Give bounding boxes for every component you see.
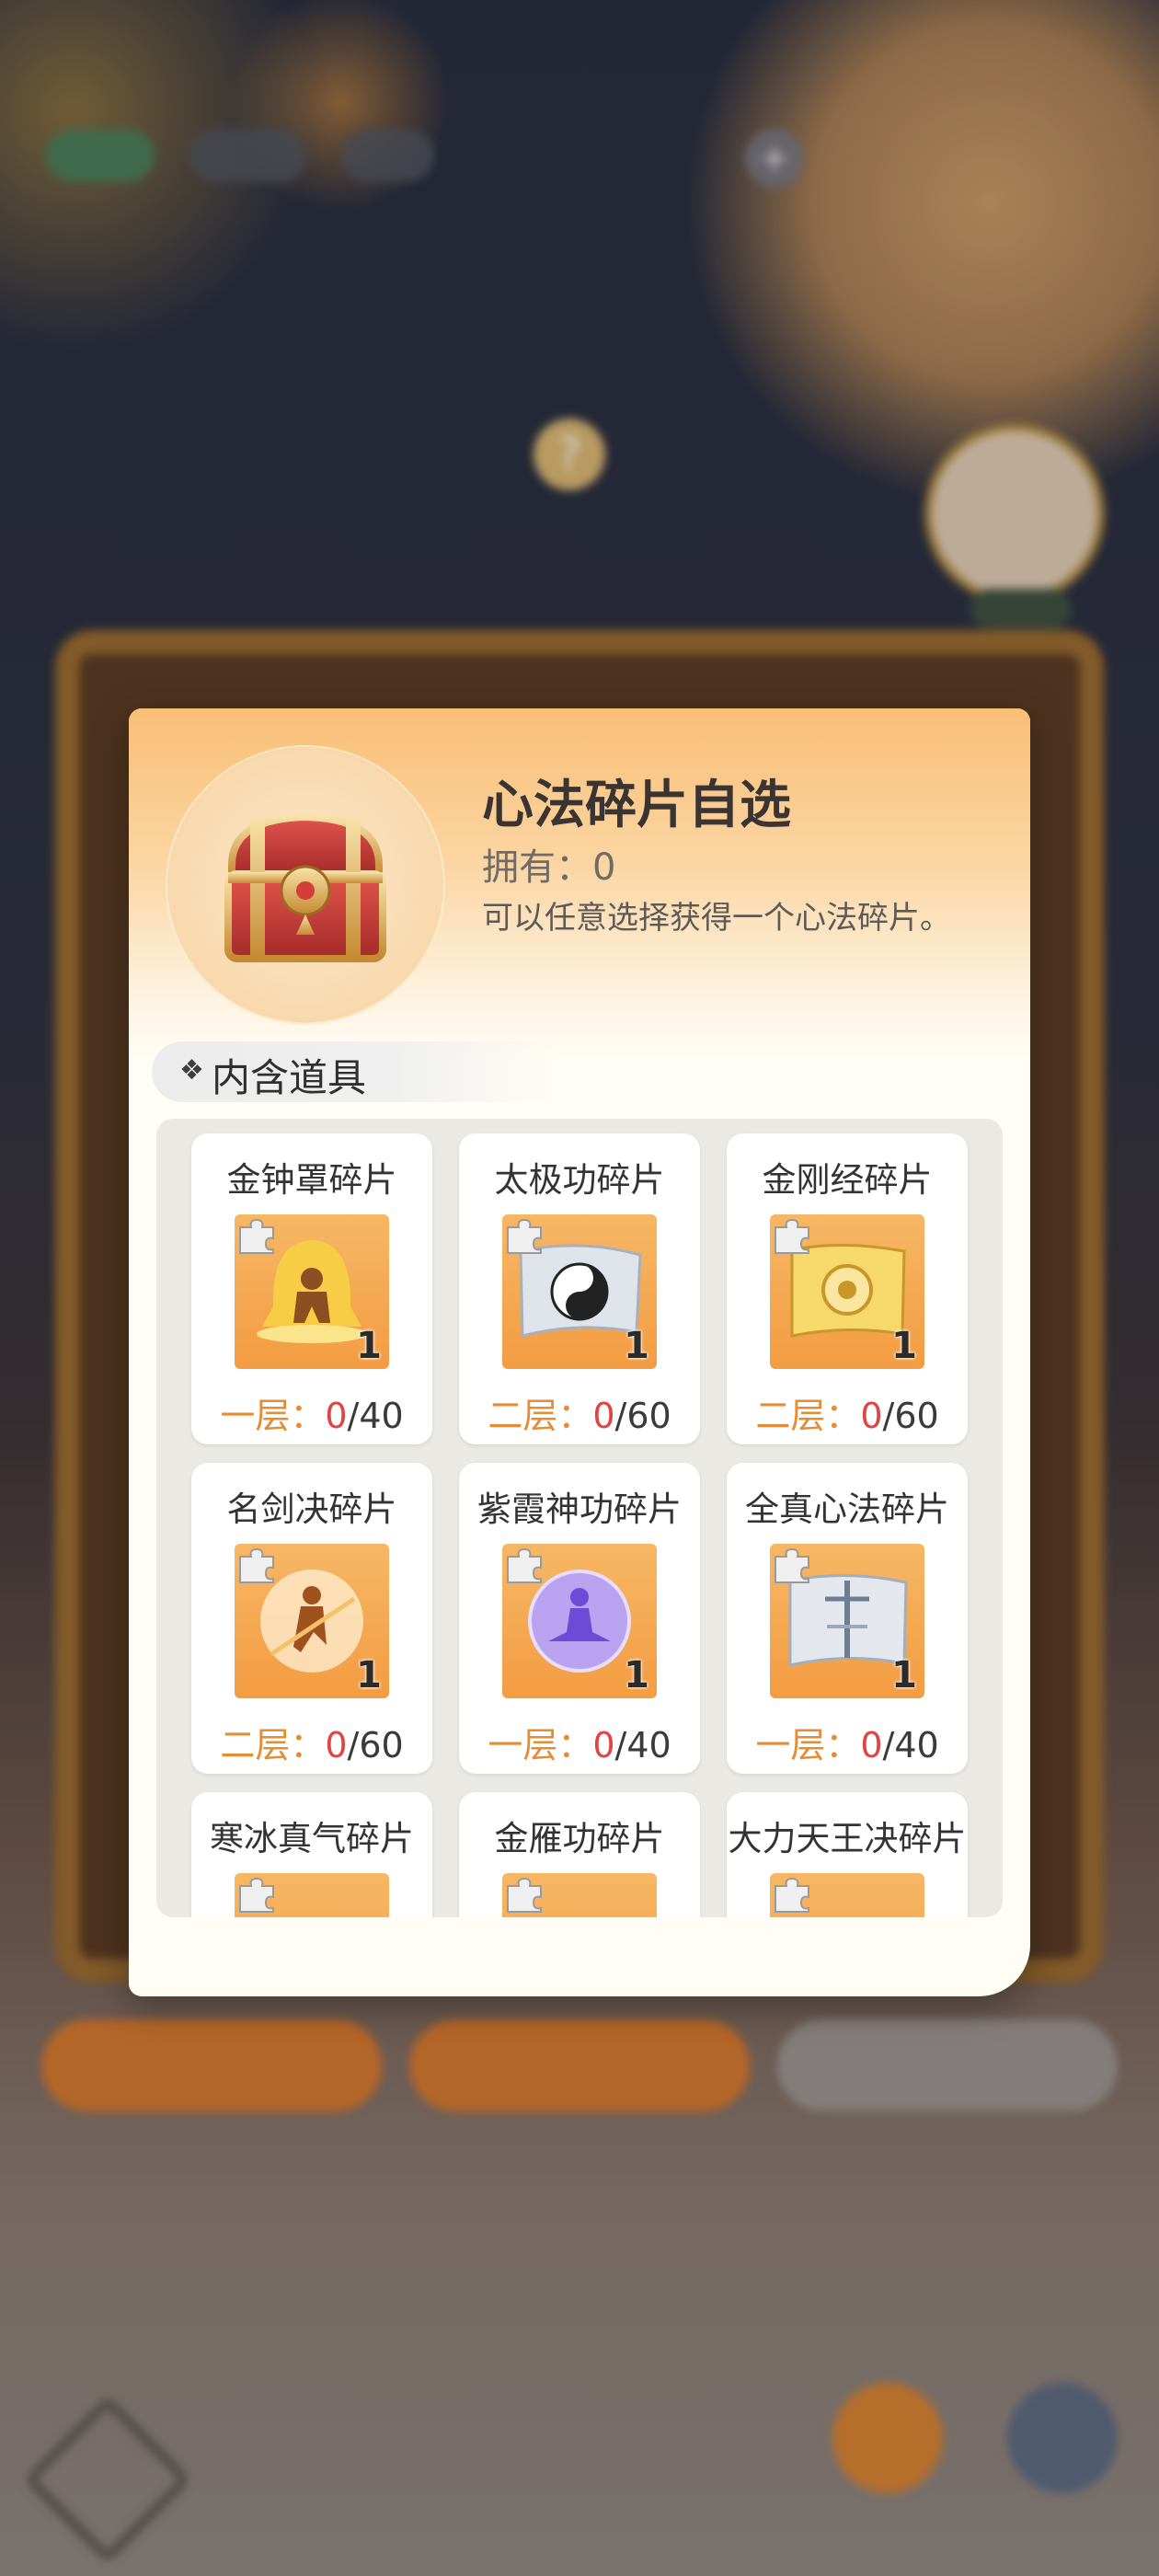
progress-total: /40 — [882, 1725, 939, 1765]
progress-total: /40 — [614, 1725, 671, 1765]
item-grid[interactable]: 金钟罩碎片 1 一层：0/40 太极功碎片 1 二层：0/60 金刚经碎片 1 … — [156, 1119, 1003, 1917]
puzzle-piece-icon — [239, 1877, 274, 1913]
chest-badge — [166, 745, 445, 1025]
progress-current: 0 — [860, 1725, 883, 1765]
item-select-modal: 心法碎片自选 拥有：0 可以任意选择获得一个心法碎片。 ❖ 内含道具 金钟罩碎片… — [129, 708, 1030, 1996]
progress-current: 0 — [592, 1725, 615, 1765]
item-count: 1 — [624, 1654, 649, 1696]
puzzle-piece-icon — [775, 1218, 809, 1254]
progress-total: /60 — [347, 1725, 404, 1765]
item-count: 1 — [891, 1325, 917, 1367]
item-card-jinyangong[interactable]: 金雁功碎片 — [459, 1792, 700, 1917]
puzzle-piece-icon — [239, 1547, 274, 1583]
item-progress: 一层：0/40 — [191, 1387, 432, 1438]
puzzle-piece-icon — [507, 1877, 542, 1913]
item-name: 紫霞神功碎片 — [477, 1489, 682, 1529]
item-description: 可以任意选择获得一个心法碎片。 — [482, 900, 951, 937]
treasure-chest-icon — [224, 812, 386, 962]
item-card-quanzhenxinfa[interactable]: 全真心法碎片 1 一层：0/40 — [727, 1463, 968, 1774]
progress-tier: 二层： — [488, 1396, 593, 1436]
section-header: ❖ 内含道具 — [152, 1041, 557, 1102]
item-icon-box: 1 — [235, 1544, 389, 1698]
item-name: 名剑决碎片 — [226, 1489, 397, 1529]
section-label: 内含道具 — [212, 1055, 367, 1100]
modal-title: 心法碎片自选 — [482, 776, 791, 835]
progress-tier: 一层： — [755, 1725, 861, 1765]
progress-tier: 一层： — [488, 1725, 593, 1765]
progress-tier: 一层： — [220, 1396, 326, 1436]
progress-total: /60 — [614, 1396, 671, 1436]
item-progress: 二层：0/60 — [459, 1387, 700, 1438]
puzzle-piece-icon — [775, 1877, 809, 1913]
progress-current: 0 — [592, 1396, 615, 1436]
puzzle-piece-icon — [507, 1547, 542, 1583]
item-card-taijigong[interactable]: 太极功碎片 1 二层：0/60 — [459, 1133, 700, 1444]
item-name: 全真心法碎片 — [745, 1489, 949, 1529]
item-icon-box: 1 — [770, 1544, 924, 1698]
puzzle-piece-icon — [507, 1218, 542, 1254]
item-name: 金刚经碎片 — [762, 1160, 933, 1200]
item-icon-box: 1 — [502, 1214, 657, 1369]
item-icon-box: 1 — [235, 1214, 389, 1369]
item-icon-box: 1 — [770, 1214, 924, 1369]
item-progress: 一层：0/40 — [459, 1717, 700, 1767]
progress-current: 0 — [325, 1725, 348, 1765]
item-name: 金雁功碎片 — [494, 1819, 665, 1858]
item-name: 大力天王决碎片 — [728, 1819, 967, 1858]
progress-tier: 二层： — [755, 1396, 861, 1436]
item-icon-box — [235, 1873, 389, 1917]
owned-count: 拥有：0 — [482, 846, 616, 889]
item-name: 寒冰真气碎片 — [210, 1819, 414, 1858]
puzzle-piece-icon — [239, 1218, 274, 1254]
diamond-bullet-icon: ❖ — [179, 1054, 204, 1087]
item-card-jingangjing[interactable]: 金刚经碎片 1 二层：0/60 — [727, 1133, 968, 1444]
item-icon-box — [502, 1873, 657, 1917]
item-name: 太极功碎片 — [494, 1160, 665, 1200]
item-count: 1 — [891, 1654, 917, 1696]
item-progress: 二层：0/60 — [191, 1717, 432, 1767]
item-card-mingjianjue[interactable]: 名剑决碎片 1 二层：0/60 — [191, 1463, 432, 1774]
item-count: 1 — [356, 1325, 382, 1367]
item-icon-box — [770, 1873, 924, 1917]
item-name: 金钟罩碎片 — [226, 1160, 397, 1200]
progress-tier: 二层： — [220, 1725, 326, 1765]
item-progress: 二层：0/60 — [727, 1387, 968, 1438]
progress-current: 0 — [860, 1396, 883, 1436]
item-count: 1 — [356, 1654, 382, 1696]
item-card-dalitianwangjue[interactable]: 大力天王决碎片 — [727, 1792, 968, 1917]
item-count: 1 — [624, 1325, 649, 1367]
item-card-zixiashengong[interactable]: 紫霞神功碎片 1 一层：0/40 — [459, 1463, 700, 1774]
item-card-hanbingzhenqi[interactable]: 寒冰真气碎片 — [191, 1792, 432, 1917]
progress-total: /60 — [882, 1396, 939, 1436]
item-icon-box: 1 — [502, 1544, 657, 1698]
progress-current: 0 — [325, 1396, 348, 1436]
item-progress: 一层：0/40 — [727, 1717, 968, 1767]
puzzle-piece-icon — [775, 1547, 809, 1583]
item-card-jinzhongzhao[interactable]: 金钟罩碎片 1 一层：0/40 — [191, 1133, 432, 1444]
progress-total: /40 — [347, 1396, 404, 1436]
